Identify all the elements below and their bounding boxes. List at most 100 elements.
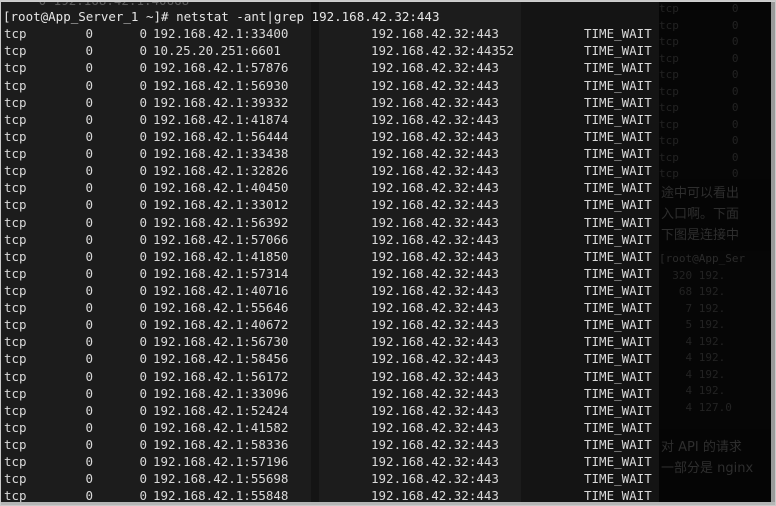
connection-local-address: 192.168.42.1:55698: [153, 471, 289, 487]
connection-state: TIME_WAIT: [584, 454, 652, 470]
connection-sendq: 0: [139, 437, 147, 453]
connection-state: TIME_WAIT: [584, 214, 652, 230]
connection-state: TIME_WAIT: [584, 94, 652, 110]
window-bottom-edge: [1, 502, 775, 505]
connection-recvq: 0: [85, 60, 93, 76]
table-row: tcp 0 0 192.168.42.1:55698 192.168.42.32:443…: [1, 470, 659, 487]
connection-local-address: 192.168.42.1:57876: [153, 60, 289, 76]
connection-sendq: 0: [139, 77, 147, 93]
connection-sendq: 0: [139, 334, 147, 350]
table-row: tcp 0 0 192.168.42.1:32826 192.168.42.32:443…: [1, 162, 659, 179]
connection-proto: tcp: [4, 419, 27, 435]
table-row: tcp 0 0 192.168.42.1:33438 192.168.42.32:443…: [1, 145, 659, 162]
connection-recvq: 0: [85, 128, 93, 144]
connection-recvq: 0: [85, 43, 93, 59]
table-row: tcp 0 0 192.168.42.1:33096 192.168.42.32:443…: [1, 385, 659, 402]
connection-local-address: 192.168.42.1:56172: [153, 368, 289, 384]
connection-sendq: 0: [139, 43, 147, 59]
table-row: tcp 0 0 192.168.42.1:40450 192.168.42.32:443…: [1, 179, 659, 196]
background-terminal-line: tcp 0 0: [659, 167, 775, 180]
connection-recvq: 0: [85, 471, 93, 487]
table-row: tcp 0 0 192.168.42.1:39332 192.168.42.32:443…: [1, 94, 659, 111]
connection-proto: tcp: [4, 454, 27, 470]
connection-local-address: 192.168.42.1:41874: [153, 111, 289, 127]
background-terminal-snippet-mid: [root@App_Ser 320 192. 68 192. 7 192. 5 …: [659, 251, 775, 429]
connection-state: TIME_WAIT: [584, 402, 652, 418]
connection-foreign-address: 192.168.42.32:443: [371, 77, 499, 93]
connection-sendq: 0: [139, 26, 147, 42]
background-terminal-line: tcp 0 0: [659, 117, 775, 131]
background-terminal-line: tcp 0 0: [659, 51, 775, 65]
connection-foreign-address: 192.168.42.32:443: [371, 248, 499, 264]
connection-recvq: 0: [85, 248, 93, 264]
connection-foreign-address: 192.168.42.32:443: [371, 300, 499, 316]
background-terminal-line: 320 192.: [659, 268, 726, 282]
table-row: tcp 0 0 192.168.42.1:55646 192.168.42.32:443…: [1, 299, 659, 316]
table-row: tcp 0 0 192.168.42.1:56444 192.168.42.32:443…: [1, 128, 659, 145]
table-row: tcp 0 0 10.25.20.251:6601 192.168.42.32:4435…: [1, 42, 659, 59]
connection-foreign-address: 192.168.42.32:443: [371, 197, 499, 213]
right-article-pane[interactable]: tcp 0 0 tcp 0 0 tcp 0 0 tcp 0 0 tcp 0 0 tcp 0…: [659, 1, 775, 505]
chinese-text-line: 对 API 的请求: [661, 440, 742, 455]
connection-sendq: 0: [139, 197, 147, 213]
connection-local-address: 192.168.42.1:41582: [153, 419, 289, 435]
connection-local-address: 192.168.42.1:57066: [153, 231, 289, 247]
connection-recvq: 0: [85, 77, 93, 93]
background-terminal-line: tcp 0 0: [659, 2, 775, 15]
connection-foreign-address: 192.168.42.32:443: [371, 60, 499, 76]
connection-local-address: 192.168.42.1:56930: [153, 77, 289, 93]
connection-state: TIME_WAIT: [584, 300, 652, 316]
chinese-text-line: 途中可以看出: [661, 186, 740, 201]
table-row: tcp 0 0 192.168.42.1:58336 192.168.42.32:443…: [1, 436, 659, 453]
connection-recvq: 0: [85, 454, 93, 470]
connection-state: TIME_WAIT: [584, 163, 652, 179]
connection-recvq: 0: [85, 402, 93, 418]
connection-foreign-address: 192.168.42.32:443: [371, 111, 499, 127]
connection-state: TIME_WAIT: [584, 248, 652, 264]
connection-local-address: 192.168.42.1:40450: [153, 180, 289, 196]
table-row: tcp 0 0 192.168.42.1:57196 192.168.42.32:443…: [1, 453, 659, 470]
connection-state: TIME_WAIT: [584, 60, 652, 76]
connection-proto: tcp: [4, 43, 27, 59]
chinese-paragraph-2: 对 API 的请求 一部分是 nginx: [661, 437, 775, 479]
connection-recvq: 0: [85, 437, 93, 453]
background-terminal-line: tcp 0 0: [659, 150, 775, 164]
connection-recvq: 0: [85, 26, 93, 42]
connection-state: TIME_WAIT: [584, 351, 652, 367]
terminal-window[interactable]: 0 192.168.42.1:40668 [root@App_Server_1 …: [1, 1, 659, 505]
connection-proto: tcp: [4, 300, 27, 316]
background-terminal-line: tcp 0 0: [659, 35, 775, 48]
connection-sendq: 0: [139, 111, 147, 127]
shell-prompt-command: [root@App_Server_1 ~]# netstat -ant|grep…: [3, 9, 440, 24]
connection-local-address: 192.168.42.1:56730: [153, 334, 289, 350]
connection-local-address: 192.168.42.1:52424: [153, 402, 289, 418]
connection-sendq: 0: [139, 402, 147, 418]
connection-state: TIME_WAIT: [584, 128, 652, 144]
connection-proto: tcp: [4, 402, 27, 418]
connection-state: TIME_WAIT: [584, 334, 652, 350]
table-row: tcp 0 0 192.168.42.1:57876 192.168.42.32:443…: [1, 59, 659, 76]
background-terminal-line: tcp 0 0: [659, 101, 775, 114]
connection-local-address: 192.168.42.1:58456: [153, 351, 289, 367]
chinese-text-line: 一部分是 nginx: [661, 461, 754, 476]
connection-foreign-address: 192.168.42.32:443: [371, 402, 499, 418]
connection-sendq: 0: [139, 385, 147, 401]
connection-sendq: 0: [139, 214, 147, 230]
table-row: tcp 0 0 192.168.42.1:56392 192.168.42.32:443…: [1, 214, 659, 231]
connection-local-address: 192.168.42.1:56444: [153, 128, 289, 144]
background-terminal-line: 4 192.: [659, 367, 726, 381]
connection-foreign-address: 192.168.42.32:443: [371, 128, 499, 144]
connection-recvq: 0: [85, 163, 93, 179]
connection-proto: tcp: [4, 265, 27, 281]
connection-local-address: 192.168.42.1:32826: [153, 163, 289, 179]
connection-sendq: 0: [139, 146, 147, 162]
connection-proto: tcp: [4, 26, 27, 42]
connection-recvq: 0: [85, 180, 93, 196]
connection-foreign-address: 192.168.42.32:443: [371, 163, 499, 179]
connection-sendq: 0: [139, 368, 147, 384]
connection-proto: tcp: [4, 197, 27, 213]
connection-sendq: 0: [139, 351, 147, 367]
connection-recvq: 0: [85, 419, 93, 435]
connection-local-address: 192.168.42.1:57314: [153, 265, 289, 281]
connection-foreign-address: 192.168.42.32:443: [371, 146, 499, 162]
